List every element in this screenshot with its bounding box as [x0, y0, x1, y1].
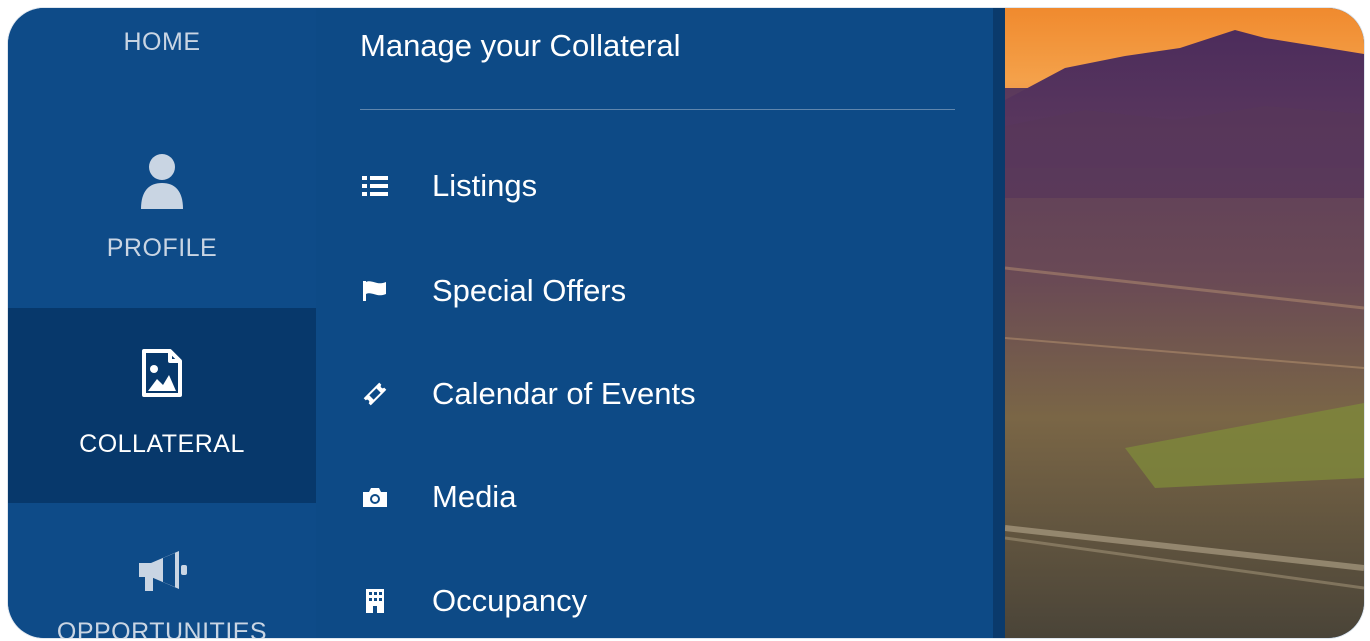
menu-item-label: Occupancy [432, 583, 588, 618]
rail-item-label: HOME [123, 28, 201, 56]
divider [360, 109, 955, 110]
icon-rail: HOME PROFILE COLLATERAL OPPORTUNITIES [8, 8, 316, 638]
menu-item-occupancy[interactable]: Occupancy [360, 571, 920, 631]
menu-item-label: Calendar of Events [432, 376, 696, 411]
camera-icon [360, 482, 390, 512]
menu-item-special-offers[interactable]: Special Offers [360, 261, 920, 321]
rail-item-profile[interactable]: PROFILE [8, 146, 316, 276]
menu-item-listings[interactable]: Listings [360, 156, 920, 216]
background-landscape-image [1005, 8, 1364, 638]
menu-item-media[interactable]: Media [360, 467, 920, 527]
menu-item-label: Special Offers [432, 273, 627, 308]
building-icon [360, 586, 390, 616]
rail-item-collateral[interactable]: COLLATERAL [8, 308, 316, 503]
panel-edge [993, 8, 1005, 638]
rail-item-label: OPPORTUNITIES [56, 618, 268, 638]
rail-item-label: COLLATERAL [79, 430, 245, 458]
collateral-submenu: Manage your Collateral Listings Special … [316, 8, 993, 638]
image-file-icon [141, 346, 183, 400]
rail-item-opportunities[interactable]: OPPORTUNITIES [8, 546, 316, 638]
menu-item-label: Media [432, 479, 517, 514]
flag-icon [360, 276, 390, 306]
panel-title: Manage your Collateral [360, 28, 681, 63]
megaphone-icon [135, 546, 189, 596]
rail-item-label: PROFILE [106, 234, 218, 262]
menu-item-calendar-of-events[interactable]: Calendar of Events [360, 364, 920, 424]
user-icon [139, 146, 185, 216]
rail-item-home[interactable]: HOME [8, 28, 316, 88]
list-icon [360, 171, 390, 201]
app-frame: HOME PROFILE COLLATERAL OPPORTUNITIES Ma… [8, 8, 1364, 638]
menu-item-label: Listings [432, 168, 538, 203]
ticket-icon [360, 379, 390, 409]
